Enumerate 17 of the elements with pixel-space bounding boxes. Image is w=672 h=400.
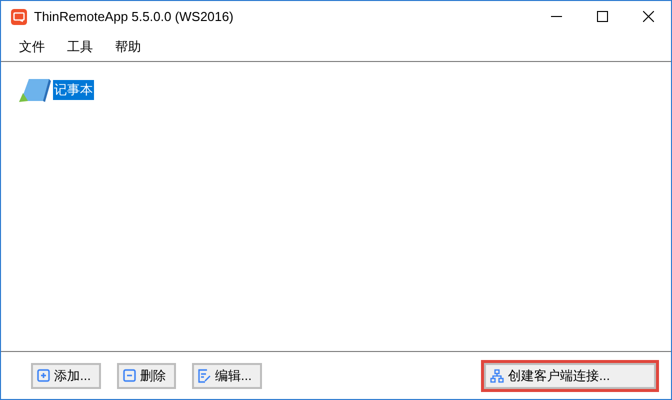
menu-item[interactable]: 文件 — [10, 36, 54, 56]
app-icon — [11, 8, 27, 24]
connect-button[interactable]: 创建客户端连接... — [484, 362, 656, 388]
window-title: ThinRemoteApp 5.5.0.0 (WS2016) — [34, 8, 234, 26]
menu-item[interactable]: 帮助 — [106, 36, 150, 56]
edit-button[interactable]: 编辑... — [192, 362, 262, 388]
notepad-icon — [17, 76, 53, 104]
close-icon — [642, 11, 654, 22]
network-icon — [490, 368, 504, 382]
edit-icon — [198, 368, 211, 382]
delete-button[interactable]: 删除 — [116, 362, 176, 388]
app-label[interactable]: 记事本 — [53, 80, 94, 100]
minus-icon — [122, 369, 136, 382]
plus-icon — [37, 369, 50, 382]
add-button[interactable]: 添加... — [31, 362, 101, 388]
menu-item[interactable]: 工具 — [58, 36, 102, 56]
maximize-icon — [596, 11, 608, 22]
